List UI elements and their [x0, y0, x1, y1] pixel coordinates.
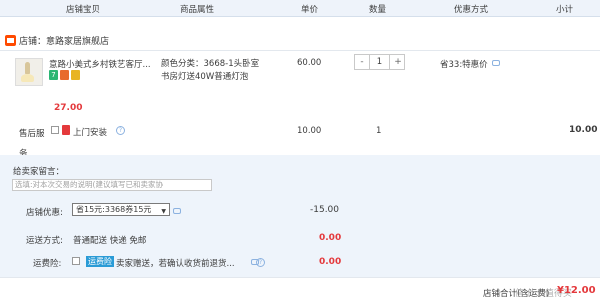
qty-plus-button[interactable]: +	[391, 55, 405, 69]
product-thumbnail[interactable]	[15, 58, 43, 86]
store-row: 店铺：意路家居旗舰店	[19, 34, 109, 47]
insurance-label: 运费险:	[33, 259, 62, 269]
quantity-stepper: - 1 +	[354, 54, 405, 70]
qty-minus-button[interactable]: -	[355, 55, 369, 69]
message-bubble-icon[interactable]	[491, 60, 500, 66]
insurance-amount: 0.00	[319, 257, 342, 267]
install-option-label: 上门安装	[73, 128, 108, 138]
header-qty: 数量	[369, 5, 387, 15]
install-service-icon	[62, 125, 70, 135]
shipping-label: 运送方式:	[26, 236, 63, 246]
header-attr: 商品属性	[180, 5, 215, 15]
service-subtotal: 10.00	[569, 125, 598, 135]
store-icon	[5, 35, 16, 46]
promo-text: 省33:特惠价	[440, 60, 488, 70]
help-icon[interactable]: ?	[116, 126, 125, 135]
credit-card-icon	[71, 70, 80, 80]
qty-input[interactable]: 1	[369, 55, 390, 69]
insurance-checkbox[interactable]	[72, 257, 80, 265]
install-checkbox[interactable]	[51, 126, 59, 134]
header-subtotal: 小计	[556, 5, 574, 15]
message-label: 给卖家留言：	[13, 167, 65, 177]
shipping-amount: 0.00	[319, 233, 342, 243]
header-item: 店铺宝贝	[66, 5, 101, 15]
store-total-value: ¥12.00	[557, 285, 596, 296]
divider	[0, 277, 600, 278]
discount-amount: -15.00	[310, 205, 340, 215]
store-name-link[interactable]: 意路家居旗舰店	[46, 37, 109, 47]
guarantee-icon	[60, 70, 69, 80]
service-qty: 1	[376, 126, 382, 136]
store-label: 店铺：	[19, 37, 47, 47]
item-attributes: 颜色分类：3668-1头卧室 书房灯送40W普通灯泡	[161, 58, 261, 84]
seller-message-input[interactable]: 选填:对本次交易的说明(建议填写已和卖家协	[12, 179, 212, 191]
divider	[0, 50, 600, 51]
shipping-method: 普通配送 快递 免邮	[73, 236, 147, 246]
service-price: 10.00	[297, 126, 322, 136]
chevron-down-icon: ▼	[161, 208, 166, 215]
insurance-text: 卖家赠送，若确认收货前退货...	[116, 259, 235, 269]
message-bubble-icon[interactable]	[173, 208, 181, 214]
unit-price: 60.00	[297, 58, 322, 68]
help-icon[interactable]: ?	[256, 258, 265, 267]
insurance-tag: 运费险	[86, 256, 114, 267]
discount-label: 店铺优惠:	[26, 208, 63, 218]
attr-line: 书房灯送40W普通灯泡	[161, 72, 249, 82]
discount-select[interactable]: 省15元:3368券15元 ▼	[72, 203, 170, 216]
header-price: 单价	[301, 5, 319, 15]
promo-info: 省33:特惠价	[440, 58, 500, 70]
header-promo: 优惠方式	[454, 5, 489, 15]
attr-line: 颜色分类：3668-1头卧室	[161, 59, 260, 69]
seven-day-return-badge: 7	[49, 70, 58, 80]
product-title-link[interactable]: 意路小美式乡村铁艺客厅...	[49, 58, 151, 70]
discount-selected-value: 省15元:3368券15元	[76, 205, 152, 214]
item-price-red: 27.00	[54, 103, 83, 113]
